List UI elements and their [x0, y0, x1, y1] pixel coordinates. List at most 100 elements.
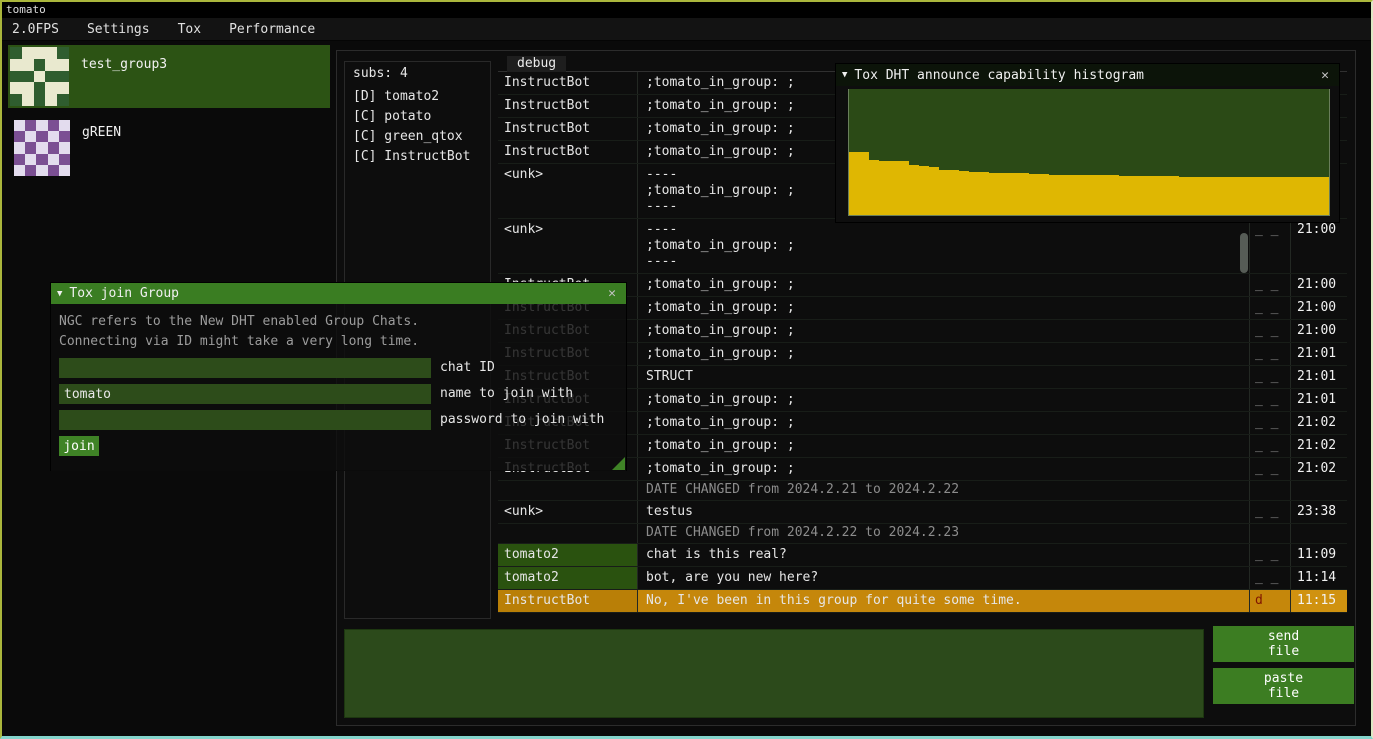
subs-list-item[interactable]: [C] green_qtox [345, 127, 490, 147]
collapse-icon[interactable]: ▼ [842, 70, 847, 80]
chat-sender: <unk> [498, 501, 638, 523]
group-item-green[interactable]: gREEN [8, 117, 330, 180]
chat-flags [1250, 524, 1291, 543]
subs-count-label: subs: 4 [345, 62, 490, 87]
join-info-line: Connecting via ID might take a very long… [59, 332, 618, 352]
chat-flags: _ _ [1250, 219, 1291, 273]
join-password-label: password to join with [440, 410, 604, 430]
menu-item-20fps: 2.0FPS [12, 22, 59, 37]
chat-message: DATE CHANGED from 2024.2.21 to 2024.2.22 [638, 481, 1250, 500]
group-name: test_group3 [71, 45, 167, 108]
chat-time: 21:00 [1291, 297, 1347, 319]
join-button[interactable]: join [59, 436, 99, 456]
subs-list-item[interactable]: [D] tomato2 [345, 87, 490, 107]
tab-debug[interactable]: debug [507, 56, 566, 72]
chat-flags: _ _ [1250, 389, 1291, 411]
chat-row[interactable]: tomato2bot, are you new here?_ _11:14 [498, 567, 1347, 590]
contact-list: test_group3 gREEN [8, 45, 330, 189]
chat-flags: _ _ [1250, 435, 1291, 457]
menu-item-tox[interactable]: Tox [178, 22, 201, 37]
chat-sender: InstructBot [498, 141, 638, 163]
chat-message: STRUCT [638, 366, 1250, 388]
join-name-label: name to join with [440, 384, 573, 404]
menu-item-performance[interactable]: Performance [229, 22, 315, 37]
chat-time: 21:01 [1291, 366, 1347, 388]
join-group-title: Tox join Group [69, 286, 179, 301]
chat-date-row: DATE CHANGED from 2024.2.22 to 2024.2.23 [498, 524, 1347, 544]
group-name: gREEN [72, 117, 121, 180]
chat-time: 11:15 [1291, 590, 1347, 612]
chat-time [1291, 481, 1347, 500]
group-avatar [14, 120, 70, 176]
chat-row[interactable]: <unk>---- ;tomato_in_group: ; ----_ _21:… [498, 219, 1347, 274]
send-file-button[interactable]: send file [1213, 626, 1354, 662]
chat-time: 11:09 [1291, 544, 1347, 566]
subs-list-item[interactable]: [C] InstructBot [345, 147, 490, 167]
chat-message: ;tomato_in_group: ; [638, 389, 1250, 411]
paste-file-button[interactable]: paste file [1213, 668, 1354, 704]
chat-message: ;tomato_in_group: ; [638, 458, 1250, 480]
chat-message: testus [638, 501, 1250, 523]
join-name-input[interactable] [59, 384, 431, 404]
join-info-line: NGC refers to the New DHT enabled Group … [59, 312, 618, 332]
collapse-icon[interactable]: ▼ [57, 289, 62, 299]
histogram-window: ▼ Tox DHT announce capability histogram … [835, 63, 1340, 223]
chat-id-label: chat ID [440, 358, 495, 378]
chat-message: ;tomato_in_group: ; [638, 412, 1250, 434]
chat-row[interactable]: <unk>testus_ _23:38 [498, 501, 1347, 524]
join-close-icon[interactable]: ✕ [604, 286, 620, 301]
chat-row[interactable]: tomato2chat is this real?_ _11:09 [498, 544, 1347, 567]
chat-time: 21:02 [1291, 435, 1347, 457]
chat-time: 21:02 [1291, 458, 1347, 480]
chat-sender [498, 481, 638, 500]
chat-time [1291, 524, 1347, 543]
chat-time: 11:14 [1291, 567, 1347, 589]
chat-sender: InstructBot [498, 95, 638, 117]
chat-sender: <unk> [498, 219, 638, 273]
histogram-close-icon[interactable]: ✕ [1317, 68, 1333, 83]
join-password-input[interactable] [59, 410, 431, 430]
group-item-test-group3[interactable]: test_group3 [8, 45, 330, 108]
chat-flags: _ _ [1250, 320, 1291, 342]
chat-sender: InstructBot [498, 590, 638, 612]
chat-message: ---- ;tomato_in_group: ; ---- [638, 219, 1250, 273]
chat-time: 21:02 [1291, 412, 1347, 434]
chat-row[interactable]: InstructBotNo, I've been in this group f… [498, 590, 1347, 613]
menu-bar: 2.0FPS Settings Tox Performance [2, 18, 1371, 41]
chat-scrollbar-thumb[interactable] [1240, 233, 1248, 273]
histogram-titlebar[interactable]: ▼ Tox DHT announce capability histogram … [836, 64, 1339, 86]
chat-message: ;tomato_in_group: ; [638, 274, 1250, 296]
join-group-titlebar[interactable]: ▼ Tox join Group ✕ [51, 283, 626, 304]
chat-flags: _ _ [1250, 501, 1291, 523]
chat-flags: d [1250, 590, 1291, 612]
chat-message: ;tomato_in_group: ; [638, 297, 1250, 319]
chat-time: 21:00 [1291, 320, 1347, 342]
chat-message: bot, are you new here? [638, 567, 1250, 589]
join-group-body: NGC refers to the New DHT enabled Group … [51, 304, 626, 471]
message-input[interactable] [344, 629, 1204, 718]
chat-time: 21:00 [1291, 274, 1347, 296]
subs-list: [D] tomato2[C] potato[C] green_qtox[C] I… [345, 87, 490, 167]
chat-message: DATE CHANGED from 2024.2.22 to 2024.2.23 [638, 524, 1250, 543]
chat-message: ;tomato_in_group: ; [638, 435, 1250, 457]
chat-flags [1250, 481, 1291, 500]
histogram-plot [848, 89, 1330, 216]
resize-grip-icon[interactable] [612, 457, 625, 470]
menu-item-settings[interactable]: Settings [87, 22, 150, 37]
histogram-title: Tox DHT announce capability histogram [854, 68, 1144, 83]
join-group-window: ▼ Tox join Group ✕ NGC refers to the New… [50, 282, 627, 471]
chat-sender [498, 524, 638, 543]
subs-list-item[interactable]: [C] potato [345, 107, 490, 127]
chat-time: 21:01 [1291, 343, 1347, 365]
chat-flags: _ _ [1250, 343, 1291, 365]
chat-message: ;tomato_in_group: ; [638, 343, 1250, 365]
chat-message: chat is this real? [638, 544, 1250, 566]
chat-sender: InstructBot [498, 118, 638, 140]
chat-id-input[interactable] [59, 358, 431, 378]
chat-flags: _ _ [1250, 544, 1291, 566]
chat-flags: _ _ [1250, 366, 1291, 388]
chat-time: 21:01 [1291, 389, 1347, 411]
chat-date-row: DATE CHANGED from 2024.2.21 to 2024.2.22 [498, 481, 1347, 501]
chat-flags: _ _ [1250, 297, 1291, 319]
chat-time: 23:38 [1291, 501, 1347, 523]
